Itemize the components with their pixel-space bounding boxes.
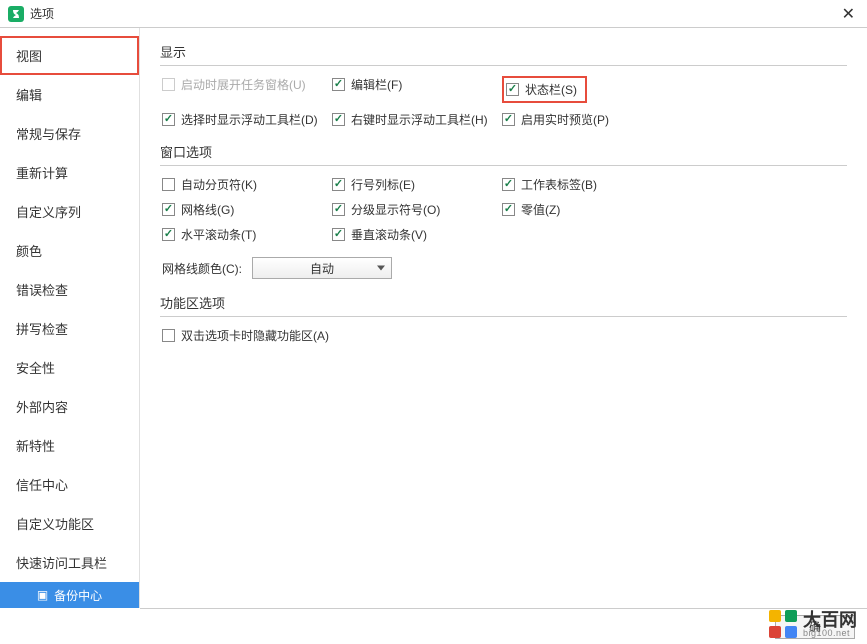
checkbox-box <box>332 203 345 216</box>
checkbox-label: 网格线(G) <box>181 201 234 218</box>
checkbox-box <box>502 113 515 126</box>
sidebar-item-10[interactable]: 新特性 <box>0 426 139 465</box>
chevron-down-icon <box>377 266 385 271</box>
window-checkbox-6[interactable]: 水平滚动条(T) <box>162 226 332 243</box>
sidebar: 视图编辑常规与保存重新计算自定义序列颜色错误检查拼写检查安全性外部内容新特性信任… <box>0 28 140 608</box>
sidebar-item-3[interactable]: 重新计算 <box>0 153 139 192</box>
display-checkbox-1[interactable]: 编辑栏(F) <box>332 76 502 93</box>
backup-center-button[interactable]: ▣ 备份中心 <box>0 582 139 608</box>
checkbox-box <box>332 228 345 241</box>
checkbox-box <box>502 203 515 216</box>
window-title: 选项 <box>30 5 838 22</box>
checkbox-label: 零值(Z) <box>521 201 560 218</box>
grid-color-row: 网格线颜色(C): 自动 <box>160 257 847 279</box>
sidebar-item-11[interactable]: 信任中心 <box>0 465 139 504</box>
window-checkbox-0[interactable]: 自动分页符(K) <box>162 176 332 193</box>
window-checkbox-7[interactable]: 垂直滚动条(V) <box>332 226 502 243</box>
sidebar-item-5[interactable]: 颜色 <box>0 231 139 270</box>
checkbox-label: 水平滚动条(T) <box>181 226 256 243</box>
sidebar-item-7[interactable]: 拼写检查 <box>0 309 139 348</box>
checkbox-box <box>162 178 175 191</box>
checkbox-label: 选择时显示浮动工具栏(D) <box>181 111 318 128</box>
window-checkbox-3[interactable]: 网格线(G) <box>162 201 332 218</box>
checkbox-label: 垂直滚动条(V) <box>351 226 427 243</box>
checkbox-box <box>162 113 175 126</box>
display-checkbox-3[interactable]: 选择时显示浮动工具栏(D) <box>162 111 332 128</box>
sidebar-item-4[interactable]: 自定义序列 <box>0 192 139 231</box>
checkbox-label: 启用实时预览(P) <box>521 111 609 128</box>
footer: 确 <box>140 608 867 644</box>
section-window-title: 窗口选项 <box>160 142 847 166</box>
watermark-text: 大百网 <box>803 611 857 629</box>
window-options-grid: 自动分页符(K) 行号列标(E) 工作表标签(B) 网格线(G) 分级显示符号(O) 零值… <box>160 176 847 243</box>
window-checkbox-4[interactable]: 分级显示符号(O) <box>332 201 502 218</box>
checkbox-label: 双击选项卡时隐藏功能区(A) <box>181 327 329 344</box>
ribbon-checkbox-0[interactable]: 双击选项卡时隐藏功能区(A) <box>162 327 847 344</box>
checkbox-box <box>332 78 345 91</box>
checkbox-label: 状态栏(S) <box>525 81 577 98</box>
grid-color-label: 网格线颜色(C): <box>162 260 242 277</box>
content-panel: 显示 启动时展开任务窗格(U) 编辑栏(F) 状态栏(S) 选择时显示浮动工具栏(D)… <box>140 28 867 608</box>
checkbox-label: 分级显示符号(O) <box>351 201 440 218</box>
sidebar-item-1[interactable]: 编辑 <box>0 75 139 114</box>
section-ribbon-title: 功能区选项 <box>160 293 847 317</box>
section-display-title: 显示 <box>160 42 847 66</box>
checkbox-label: 工作表标签(B) <box>521 176 597 193</box>
checkbox-label: 自动分页符(K) <box>181 176 257 193</box>
display-checkbox-5[interactable]: 启用实时预览(P) <box>502 111 672 128</box>
display-checkbox-0: 启动时展开任务窗格(U) <box>162 76 332 93</box>
sidebar-item-0[interactable]: 视图 <box>0 36 139 75</box>
watermark-url: big100.net <box>803 629 857 638</box>
checkbox-box <box>332 178 345 191</box>
sidebar-item-6[interactable]: 错误检查 <box>0 270 139 309</box>
watermark-logo-icon <box>769 610 797 638</box>
sidebar-item-12[interactable]: 自定义功能区 <box>0 504 139 543</box>
checkbox-label: 行号列标(E) <box>351 176 415 193</box>
window-checkbox-1[interactable]: 行号列标(E) <box>332 176 502 193</box>
checkbox-label: 编辑栏(F) <box>351 76 402 93</box>
checkbox-box <box>502 178 515 191</box>
checkbox-box <box>162 228 175 241</box>
checkbox-box <box>162 203 175 216</box>
window-checkbox-2[interactable]: 工作表标签(B) <box>502 176 672 193</box>
checkbox-box <box>162 329 175 342</box>
display-checkbox-2[interactable]: 状态栏(S) <box>506 81 577 98</box>
grid-color-value: 自动 <box>310 260 334 277</box>
window-checkbox-5[interactable]: 零值(Z) <box>502 201 672 218</box>
watermark: 大百网 big100.net <box>769 610 857 638</box>
sidebar-item-2[interactable]: 常规与保存 <box>0 114 139 153</box>
display-options-grid: 启动时展开任务窗格(U) 编辑栏(F) 状态栏(S) 选择时显示浮动工具栏(D) 右键时… <box>160 76 847 128</box>
checkbox-box <box>332 113 345 126</box>
ribbon-options-grid: 双击选项卡时隐藏功能区(A) <box>160 327 847 344</box>
backup-icon: ▣ <box>37 588 48 602</box>
display-checkbox-4[interactable]: 右键时显示浮动工具栏(H) <box>332 111 502 128</box>
sidebar-item-13[interactable]: 快速访问工具栏 <box>0 543 139 582</box>
sidebar-item-8[interactable]: 安全性 <box>0 348 139 387</box>
checkbox-box <box>162 78 175 91</box>
backup-label: 备份中心 <box>54 587 102 604</box>
sidebar-item-9[interactable]: 外部内容 <box>0 387 139 426</box>
titlebar: 选项 ✕ <box>0 0 867 28</box>
highlight-box: 状态栏(S) <box>502 76 587 103</box>
checkbox-box <box>506 83 519 96</box>
close-icon[interactable]: ✕ <box>838 4 859 24</box>
grid-color-dropdown[interactable]: 自动 <box>252 257 392 279</box>
checkbox-label: 启动时展开任务窗格(U) <box>181 76 306 93</box>
app-logo-icon <box>8 6 24 22</box>
checkbox-label: 右键时显示浮动工具栏(H) <box>351 111 488 128</box>
